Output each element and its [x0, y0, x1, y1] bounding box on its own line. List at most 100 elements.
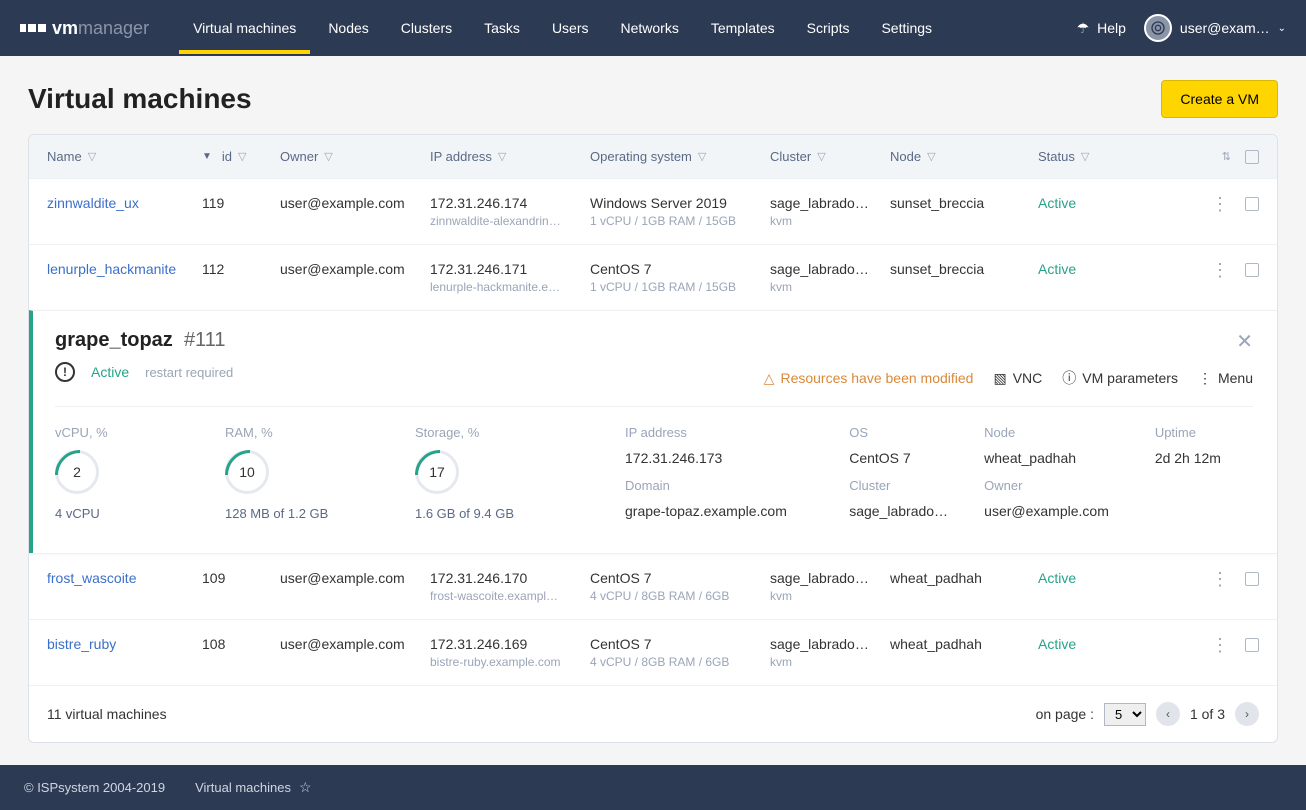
breadcrumb[interactable]: Virtual machines: [195, 780, 291, 795]
nav-clusters[interactable]: Clusters: [387, 2, 466, 54]
vm-cluster: sage_labrado…: [770, 636, 890, 652]
col-status-label: Status: [1038, 149, 1075, 164]
vm-owner: user@example.com: [280, 636, 430, 652]
nav-networks[interactable]: Networks: [607, 2, 693, 54]
create-vm-button[interactable]: Create a VM: [1161, 80, 1278, 118]
user-menu[interactable]: user@exam… ⌄: [1144, 14, 1286, 42]
vm-os: CentOS 7: [590, 570, 770, 586]
vm-name-link[interactable]: frost_wascoite: [47, 570, 136, 586]
vm-table: Name▽ ▼id▽ Owner▽ IP address▽ Operating …: [28, 134, 1278, 743]
col-ip[interactable]: IP address ▽: [430, 149, 590, 164]
filter-icon[interactable]: ▽: [817, 150, 825, 163]
vm-ip: 172.31.246.169: [430, 636, 590, 652]
row-menu-button[interactable]: ⋮: [1211, 636, 1229, 654]
col-status[interactable]: Status ▽: [1038, 149, 1146, 164]
row-checkbox[interactable]: [1245, 638, 1259, 652]
row-menu-button[interactable]: ⋮: [1211, 261, 1229, 279]
vm-specs: 1 vCPU / 1GB RAM / 15GB: [590, 214, 770, 228]
vnc-icon: ▧: [993, 370, 1006, 387]
vm-name-link[interactable]: bistre_ruby: [47, 636, 116, 652]
logo-light: manager: [78, 18, 149, 38]
filter-icon[interactable]: ▽: [927, 150, 935, 163]
chevron-down-icon: ⌄: [1278, 23, 1286, 34]
col-cluster[interactable]: Cluster ▽: [770, 149, 890, 164]
vm-specs: 4 vCPU / 8GB RAM / 6GB: [590, 589, 770, 603]
vnc-button[interactable]: ▧ VNC: [993, 370, 1042, 387]
vm-detail-panel: grape_topaz #111 ! Active restart requir…: [29, 310, 1277, 553]
page-body: Virtual machines Create a VM Name▽ ▼id▽ …: [0, 56, 1306, 767]
col-id-label: id: [222, 149, 232, 164]
vm-status: Active: [1038, 570, 1146, 586]
nav-scripts[interactable]: Scripts: [793, 2, 864, 54]
column-settings-icon[interactable]: ⇅: [1222, 150, 1231, 163]
filter-icon[interactable]: ▽: [88, 150, 96, 163]
filter-icon[interactable]: ▽: [1081, 150, 1089, 163]
filter-icon[interactable]: ▽: [498, 150, 506, 163]
nav-nodes[interactable]: Nodes: [314, 2, 382, 54]
col-os[interactable]: Operating system ▽: [590, 149, 770, 164]
info-domain-label: Domain: [625, 478, 839, 493]
col-name[interactable]: Name▽: [47, 149, 202, 164]
storage-sub: 1.6 GB of 9.4 GB: [415, 506, 615, 521]
select-all-checkbox[interactable]: [1245, 150, 1259, 164]
detail-menu-button[interactable]: ⋮ Menu: [1198, 370, 1253, 387]
vm-cluster: sage_labrado…: [770, 570, 890, 586]
nav-users[interactable]: Users: [538, 2, 603, 54]
vm-ip: 172.31.246.171: [430, 261, 590, 277]
col-id[interactable]: ▼id▽: [202, 149, 280, 164]
table-row: bistre_ruby 108 user@example.com 172.31.…: [29, 619, 1277, 685]
vm-domain: bistre-ruby.example.com: [430, 655, 590, 669]
storage-value: 17: [429, 464, 445, 480]
vm-specs: 1 vCPU / 1GB RAM / 15GB: [590, 280, 770, 294]
nav-tasks[interactable]: Tasks: [470, 2, 534, 54]
nav-virtual-machines[interactable]: Virtual machines: [179, 2, 310, 54]
nav-templates[interactable]: Templates: [697, 2, 789, 54]
next-page-button[interactable]: ›: [1235, 702, 1259, 726]
info-uptime-label: Uptime: [1155, 425, 1253, 440]
nav-settings[interactable]: Settings: [867, 2, 946, 54]
col-owner-label: Owner: [280, 149, 318, 164]
col-node[interactable]: Node▽: [890, 149, 1038, 164]
info-os-label: OS: [849, 425, 974, 440]
row-menu-button[interactable]: ⋮: [1211, 570, 1229, 588]
vm-ip: 172.31.246.174: [430, 195, 590, 211]
filter-icon[interactable]: ▽: [238, 150, 246, 163]
ram-gauge: 10: [225, 450, 269, 494]
row-checkbox[interactable]: [1245, 572, 1259, 586]
avatar-icon: [1144, 14, 1172, 42]
vm-parameters-button[interactable]: ⓘ VM parameters: [1062, 368, 1178, 388]
vm-ip: 172.31.246.170: [430, 570, 590, 586]
prev-page-button[interactable]: ‹: [1156, 702, 1180, 726]
vm-cluster-sub: kvm: [770, 280, 890, 294]
row-checkbox[interactable]: [1245, 197, 1259, 211]
vm-cluster-sub: kvm: [770, 214, 890, 228]
row-checkbox[interactable]: [1245, 263, 1259, 277]
logo-bold: vm: [52, 18, 78, 38]
vm-id: 109: [202, 570, 280, 586]
info-node: wheat_padhah: [984, 450, 1145, 466]
resources-modified-warning: △ Resources have been modified: [764, 370, 974, 387]
col-os-label: Operating system: [590, 149, 692, 164]
vm-os: CentOS 7: [590, 636, 770, 652]
metric-ram-label: RAM, %: [225, 425, 405, 440]
help-link[interactable]: ☂ Help: [1077, 20, 1126, 37]
col-cluster-label: Cluster: [770, 149, 811, 164]
table-header: Name▽ ▼id▽ Owner▽ IP address▽ Operating …: [29, 135, 1277, 178]
col-ip-label: IP address: [430, 149, 492, 164]
vm-node: wheat_padhah: [890, 636, 1038, 652]
vm-name-link[interactable]: zinnwaldite_ux: [47, 195, 139, 211]
close-icon[interactable]: ✕: [1236, 329, 1253, 354]
vm-name-link[interactable]: lenurple_hackmanite: [47, 261, 176, 277]
ram-value: 10: [239, 464, 255, 480]
col-owner[interactable]: Owner ▽: [280, 149, 430, 164]
metric-storage-label: Storage, %: [415, 425, 615, 440]
filter-icon[interactable]: ▽: [324, 150, 332, 163]
filter-icon[interactable]: ▽: [698, 150, 706, 163]
page-indicator: 1 of 3: [1190, 706, 1225, 722]
vm-domain: frost-wascoite.exampl…: [430, 589, 590, 603]
page-size-select[interactable]: 5: [1104, 703, 1146, 726]
app-header: vmmanager Virtual machines Nodes Cluster…: [0, 0, 1306, 56]
row-menu-button[interactable]: ⋮: [1211, 195, 1229, 213]
star-icon[interactable]: ☆: [299, 779, 312, 796]
user-label: user@exam…: [1180, 20, 1270, 36]
